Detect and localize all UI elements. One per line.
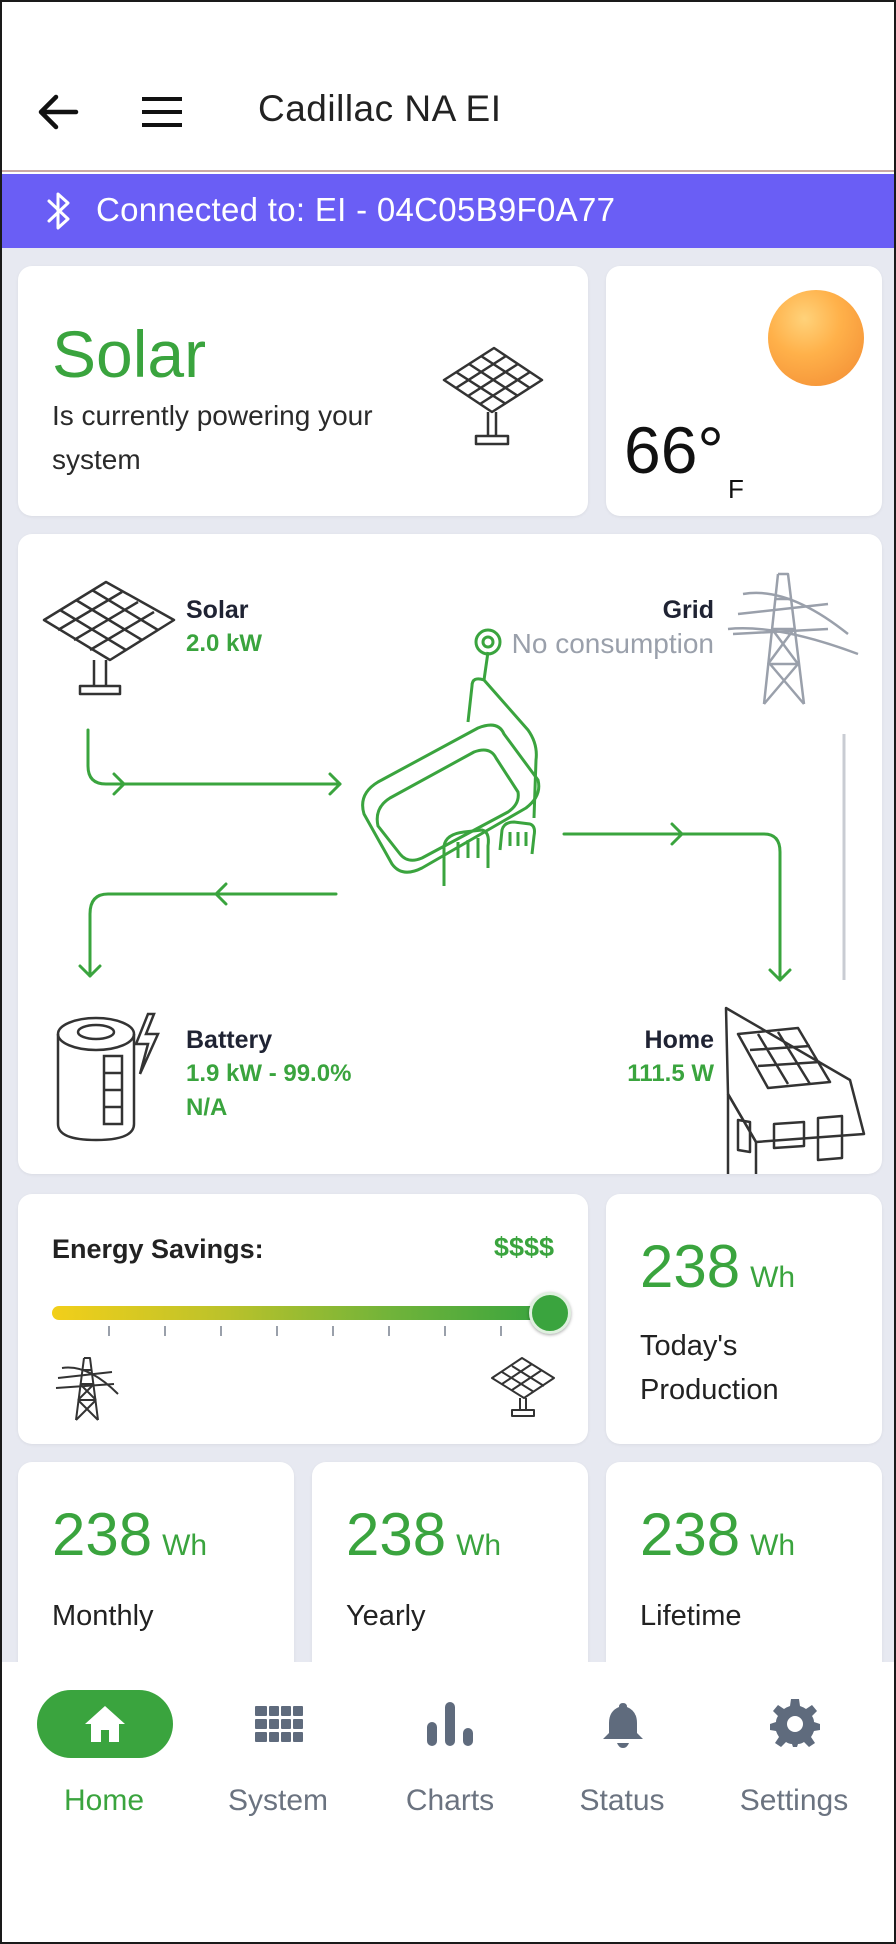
battery-label: Battery: [186, 1026, 273, 1054]
yearly-value: 238 Wh: [346, 1501, 502, 1568]
app-frame: Cadillac NA EI Connected to: EI - 04C05B…: [0, 0, 896, 1944]
sun-icon: [768, 290, 864, 386]
solar-panel-icon: [442, 346, 544, 446]
nav-home-pill: [37, 1690, 173, 1758]
battery-value: 1.9 kW - 99.0%: [186, 1060, 352, 1087]
slider-tick: [444, 1326, 446, 1336]
nav-system[interactable]: System: [198, 1684, 358, 1817]
slider-tick: [332, 1326, 334, 1336]
solar-value: 2.0 kW: [186, 630, 263, 657]
flow-diagram: [42, 572, 866, 1174]
grid-tower-icon: [727, 572, 859, 705]
solar-to-inverter-line: [86, 728, 342, 786]
nav-status-pill: [555, 1690, 691, 1758]
home-icon-diagram: [724, 1006, 866, 1174]
energy-savings-title: Energy Savings:: [52, 1234, 264, 1264]
home-value: 111.5 W: [627, 1060, 714, 1087]
bluetooth-icon: [47, 192, 70, 230]
temperature-unit: F: [728, 474, 744, 504]
grid-label: Grid: [662, 596, 714, 624]
inverter-icon: [361, 628, 541, 886]
nav-home[interactable]: Home: [24, 1684, 184, 1817]
nav-settings-label: Settings: [739, 1784, 849, 1817]
slider-tick: [500, 1326, 502, 1336]
lifetime-label: Lifetime: [640, 1600, 742, 1632]
slider-tick: [220, 1326, 222, 1336]
nav-status[interactable]: Status: [542, 1684, 702, 1817]
lifetime-card: 238 Wh Lifetime: [606, 1462, 882, 1682]
weather-card: 66° F: [606, 266, 882, 516]
todays-production-unit: Wh: [750, 1261, 796, 1294]
home-icon: [85, 1706, 125, 1742]
lifetime-unit: Wh: [750, 1529, 796, 1562]
inverter-to-battery-line: [88, 892, 338, 978]
battery-status: N/A: [186, 1094, 228, 1121]
todays-production-value: 238 Wh: [640, 1233, 796, 1300]
nav-settings-pill: [727, 1690, 863, 1758]
nav-system-label: System: [227, 1784, 329, 1817]
bottom-navigation: Home System Charts Status Settings: [2, 1662, 894, 1942]
nav-home-label: Home: [63, 1784, 145, 1817]
lifetime-value: 238 Wh: [640, 1501, 796, 1568]
slider-tick: [388, 1326, 390, 1336]
monthly-label: Monthly: [52, 1600, 154, 1632]
bar-chart-icon: [427, 1702, 473, 1746]
grid-icon: [255, 1706, 303, 1742]
top-app-bar: Cadillac NA EI: [2, 2, 894, 172]
hamburger-menu-icon[interactable]: [140, 94, 184, 130]
bell-icon: [603, 1703, 643, 1748]
temperature-value: 66°: [624, 413, 724, 487]
todays-production-card: 238 Wh Today's Production: [606, 1194, 882, 1444]
nav-settings[interactable]: Settings: [714, 1684, 874, 1817]
back-arrow-icon[interactable]: [36, 90, 80, 134]
home-label: Home: [644, 1026, 714, 1054]
yearly-label: Yearly: [346, 1600, 426, 1632]
slider-tick: [276, 1326, 278, 1336]
monthly-card: 238 Wh Monthly: [18, 1462, 294, 1682]
inverter-to-home-line: [562, 832, 782, 982]
current-source-description: Is currently powering your system: [52, 400, 373, 475]
grid-value: No consumption: [511, 628, 714, 659]
yearly-unit: Wh: [456, 1529, 502, 1562]
connection-banner: Connected to: EI - 04C05B9F0A77: [2, 174, 894, 248]
savings-slider-knob[interactable]: [529, 1292, 571, 1334]
solar-label: Solar: [186, 596, 249, 624]
energy-flow-card: Solar 2.0 kW Grid No consumption Battery…: [18, 534, 882, 1174]
current-source-name: Solar: [52, 317, 207, 391]
solar-array-icon: [42, 580, 176, 696]
page-title: Cadillac NA EI: [258, 88, 502, 129]
grid-tower-small-icon: [55, 1357, 119, 1421]
connection-text: Connected to: EI - 04C05B9F0A77: [96, 191, 616, 228]
nav-charts-pill: [383, 1690, 519, 1758]
monthly-value: 238 Wh: [52, 1501, 208, 1568]
dashboard-content: Solar Is currently powering your system …: [2, 248, 894, 1682]
battery-icon: [56, 1012, 160, 1142]
savings-slider-track[interactable]: [52, 1306, 542, 1320]
yearly-card: 238 Wh Yearly: [312, 1462, 588, 1682]
energy-savings-card: Energy Savings: $$$$: [18, 1194, 588, 1444]
nav-status-label: Status: [579, 1784, 665, 1817]
solar-panel-small-icon: [491, 1357, 555, 1417]
savings-rating: $$$$: [493, 1232, 554, 1262]
slider-tick: [108, 1326, 110, 1336]
current-source-card: Solar Is currently powering your system: [18, 266, 588, 516]
nav-charts[interactable]: Charts: [370, 1684, 530, 1817]
monthly-unit: Wh: [162, 1529, 208, 1562]
nav-charts-label: Charts: [405, 1784, 495, 1817]
gear-icon: [770, 1699, 820, 1747]
slider-tick: [164, 1326, 166, 1336]
nav-system-pill: [211, 1690, 347, 1758]
todays-production-label: Today's Production: [640, 1330, 779, 1406]
